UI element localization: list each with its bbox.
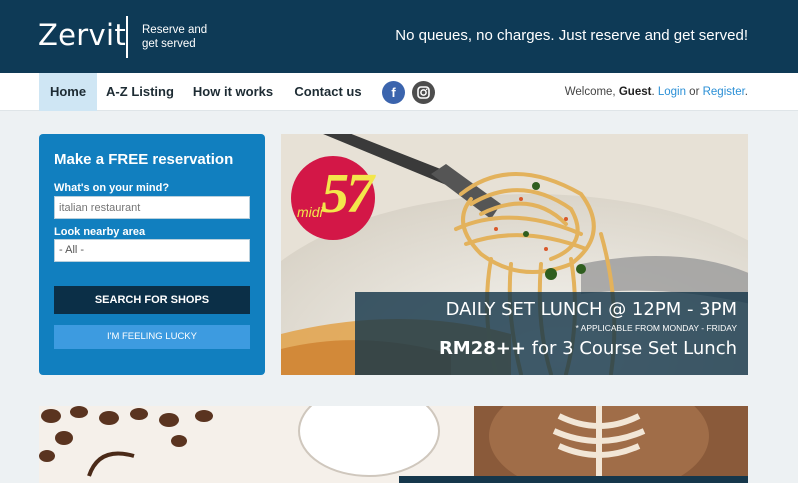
feeling-lucky-button[interactable]: I'M FEELING LUCKY <box>54 325 250 349</box>
welcome-user: Guest <box>618 86 652 98</box>
area-select[interactable]: - All - <box>54 239 250 262</box>
site-header: Zervit Reserve and get served No queues,… <box>0 0 798 73</box>
promo-caption: DAILY SET LUNCH @ 12PM - 3PM * APPLICABL… <box>355 292 748 375</box>
welcome-prefix: Welcome, <box>564 86 616 98</box>
search-shops-button[interactable]: SEARCH FOR SHOPS <box>54 286 250 314</box>
mind-label: What's on your mind? <box>54 182 170 194</box>
badge-number: 57 <box>321 163 374 225</box>
search-input[interactable] <box>54 196 250 219</box>
main-nav: Home A-Z Listing How it works Contact us… <box>0 73 798 111</box>
nav-item-home[interactable]: Home <box>39 73 97 111</box>
promo-price-suffix: for 3 Course Set Lunch <box>531 338 737 359</box>
promo-note: * APPLICABLE FROM MONDAY - FRIDAY <box>575 323 737 333</box>
welcome-message: Welcome, Guest. Login or Register. <box>564 86 748 98</box>
nav-item-contact-us[interactable]: Contact us <box>287 73 369 111</box>
nav-item-how-it-works[interactable]: How it works <box>186 73 280 111</box>
coffee-image <box>39 406 748 483</box>
tagline-small: Reserve and get served <box>142 24 208 50</box>
nav-item-az-listing[interactable]: A-Z Listing <box>100 73 180 111</box>
promo-headline: DAILY SET LUNCH @ 12PM - 3PM <box>445 299 737 320</box>
instagram-icon[interactable] <box>412 81 435 104</box>
site-logo[interactable]: Zervit <box>38 18 126 52</box>
midi57-logo: 57 midi <box>291 156 375 240</box>
register-link[interactable]: Register <box>703 86 745 98</box>
tagline-big: No queues, no charges. Just reserve and … <box>395 27 748 44</box>
reservation-panel: Make a FREE reservation What's on your m… <box>39 134 265 375</box>
badge-text: midi <box>297 204 323 220</box>
promo-price: RM28++ <box>438 338 526 359</box>
coffee-banner[interactable] <box>39 406 748 483</box>
promo-banner[interactable]: 57 midi DAILY SET LUNCH @ 12PM - 3PM * A… <box>281 134 748 375</box>
reservation-title: Make a FREE reservation <box>54 151 234 168</box>
login-link[interactable]: Login <box>658 86 686 98</box>
facebook-icon[interactable]: f <box>382 81 405 104</box>
logo-divider <box>126 16 128 58</box>
promo-price-line: RM28++ for 3 Course Set Lunch <box>439 338 737 359</box>
welcome-or: or <box>689 86 700 98</box>
area-label: Look nearby area <box>54 226 146 238</box>
